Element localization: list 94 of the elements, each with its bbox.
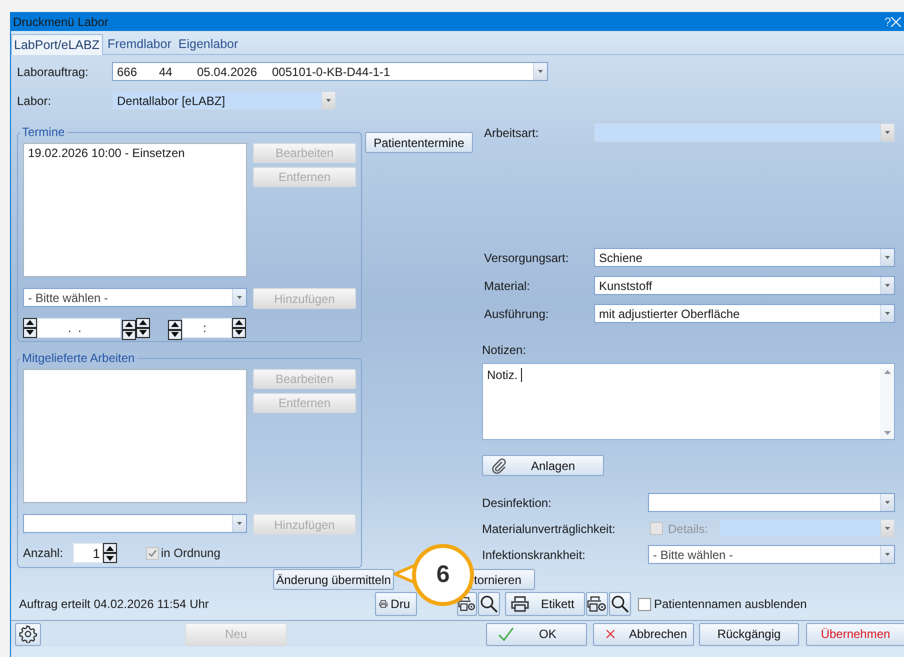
spin-down-button[interactable] xyxy=(23,328,37,338)
label-print-button[interactable]: Etikett xyxy=(505,592,585,616)
dropdown-arrow-icon xyxy=(237,522,242,525)
spin-up-button[interactable] xyxy=(103,543,117,553)
dropdown-arrow-icon xyxy=(885,312,890,315)
field-label: Materialunverträglichkeit: xyxy=(482,522,616,536)
printer-settings-button[interactable] xyxy=(586,592,608,616)
field-label: Notizen: xyxy=(482,343,528,357)
field-label: Arbeitsart: xyxy=(483,126,540,140)
down-triangle-icon xyxy=(235,330,243,336)
group-title: Mitgelieferte Arbeiten xyxy=(21,352,136,365)
field-label: Infektionskrankheit: xyxy=(482,548,586,562)
appointments-button[interactable]: Patiententermine xyxy=(365,132,473,153)
down-triangle-icon xyxy=(171,332,179,337)
close-icon[interactable] xyxy=(891,16,901,26)
checkbox-label: Patientennamen ausblenden xyxy=(654,597,807,611)
footer-button[interactable]: Abbrechen xyxy=(593,622,694,646)
printer-icon xyxy=(511,596,529,612)
field-label: Versorgungsart: xyxy=(483,250,570,264)
spin-down-button[interactable] xyxy=(103,553,117,563)
preview-button[interactable] xyxy=(609,592,631,616)
up-triangle-icon xyxy=(235,320,243,326)
down-triangle-icon xyxy=(106,556,114,560)
dropdown-arrow-icon xyxy=(885,284,890,287)
settings-icon xyxy=(19,625,37,643)
tab[interactable]: Fremdlabor xyxy=(104,34,174,54)
spin-down-button[interactable] xyxy=(232,328,246,338)
scroll-down-icon xyxy=(884,431,890,435)
dropdown-arrow-icon xyxy=(885,256,890,259)
group-title: Termine xyxy=(21,126,66,139)
notes-field[interactable]: Notiz. xyxy=(482,363,895,440)
printer-settings-icon xyxy=(458,596,476,612)
up-triangle-icon xyxy=(171,322,179,327)
field-label: Anzahl: xyxy=(23,546,64,560)
dropdown[interactable]: - Bitte wählen - xyxy=(23,288,247,307)
dropdown[interactable]: Schiene xyxy=(594,248,895,267)
dropdown[interactable]: Kunststoff xyxy=(594,276,895,295)
attachments-button[interactable]: Anlagen xyxy=(482,455,604,476)
field-label: Laborauftrag: xyxy=(17,64,90,78)
dropdown-arrow-icon xyxy=(538,70,543,73)
field-label: Ausführung: xyxy=(483,306,550,320)
footer-button[interactable]: Rückgängig xyxy=(699,622,799,646)
status-text: Auftrag erteilt 04.02.2026 11:54 Uhr xyxy=(18,597,210,611)
list-box[interactable]: 19.02.2026 10:00 - Einsetzen xyxy=(23,143,247,277)
spin-up-button[interactable] xyxy=(136,318,150,328)
search-icon xyxy=(480,595,498,613)
paperclip-icon xyxy=(491,458,507,474)
tab[interactable]: Eigenlabor xyxy=(175,34,242,54)
dropdown[interactable] xyxy=(23,514,247,533)
spin-up-button[interactable] xyxy=(23,318,37,328)
up-triangle-icon xyxy=(106,546,114,550)
checkbox[interactable] xyxy=(638,598,651,610)
up-triangle-icon xyxy=(26,320,34,326)
dropdown[interactable]: - Bitte wählen - xyxy=(648,545,895,564)
tab[interactable]: LabPort/eLABZ xyxy=(11,34,104,55)
spin-down-button[interactable] xyxy=(122,330,136,340)
settings-button[interactable] xyxy=(15,622,41,646)
cancel-order-button[interactable]: tornieren xyxy=(471,569,535,590)
dropdown-arrow-icon xyxy=(885,501,890,504)
field-label: Desinfektion: xyxy=(482,496,552,510)
submit-changes-button[interactable]: Änderung übermitteln xyxy=(273,569,394,590)
dropdown[interactable]: mit adjustierter Oberfläche xyxy=(594,304,895,323)
date-field[interactable]: . . xyxy=(37,318,121,338)
count-field[interactable]: 1 xyxy=(73,543,103,563)
spin-down-button[interactable] xyxy=(168,330,182,340)
dropdown-arrow-icon xyxy=(237,296,242,299)
dropdown-arrow-icon xyxy=(885,131,890,134)
order-dropdown[interactable]: 666 44 05.04.2026 005101-0-KB-D44-1-1 xyxy=(112,62,548,81)
search-icon xyxy=(611,595,629,613)
printer-settings-icon xyxy=(587,596,607,612)
preview-button[interactable] xyxy=(478,592,500,616)
spin-down-button[interactable] xyxy=(136,328,150,338)
spin-up-button[interactable] xyxy=(168,320,182,330)
list-item[interactable]: 19.02.2026 10:00 - Einsetzen xyxy=(27,146,243,160)
dropdown[interactable] xyxy=(648,493,895,512)
checkbox-label: Details: xyxy=(668,522,710,536)
print-button[interactable]: Dru xyxy=(375,592,417,616)
down-triangle-icon xyxy=(26,330,34,336)
dropdown-arrow-icon xyxy=(326,99,331,102)
check-icon xyxy=(497,626,515,642)
dropdown-arrow-icon xyxy=(885,527,890,530)
checkbox-label: in Ordnung xyxy=(161,546,220,560)
spin-up-button[interactable] xyxy=(232,318,246,328)
dropdown-arrow-icon xyxy=(885,553,890,556)
spin-up-button[interactable] xyxy=(122,320,136,330)
footer-button[interactable]: Übernehmen xyxy=(806,622,904,646)
close-icon xyxy=(606,627,615,641)
field-label: Labor: xyxy=(17,94,52,108)
window-title: Druckmenü Labor xyxy=(13,14,110,28)
field-label: Material: xyxy=(483,278,532,292)
scroll-up-icon xyxy=(884,370,890,374)
footer-button[interactable]: OK xyxy=(486,622,587,646)
help-button[interactable]: ? xyxy=(884,14,891,28)
time-field[interactable]: : xyxy=(182,318,232,338)
